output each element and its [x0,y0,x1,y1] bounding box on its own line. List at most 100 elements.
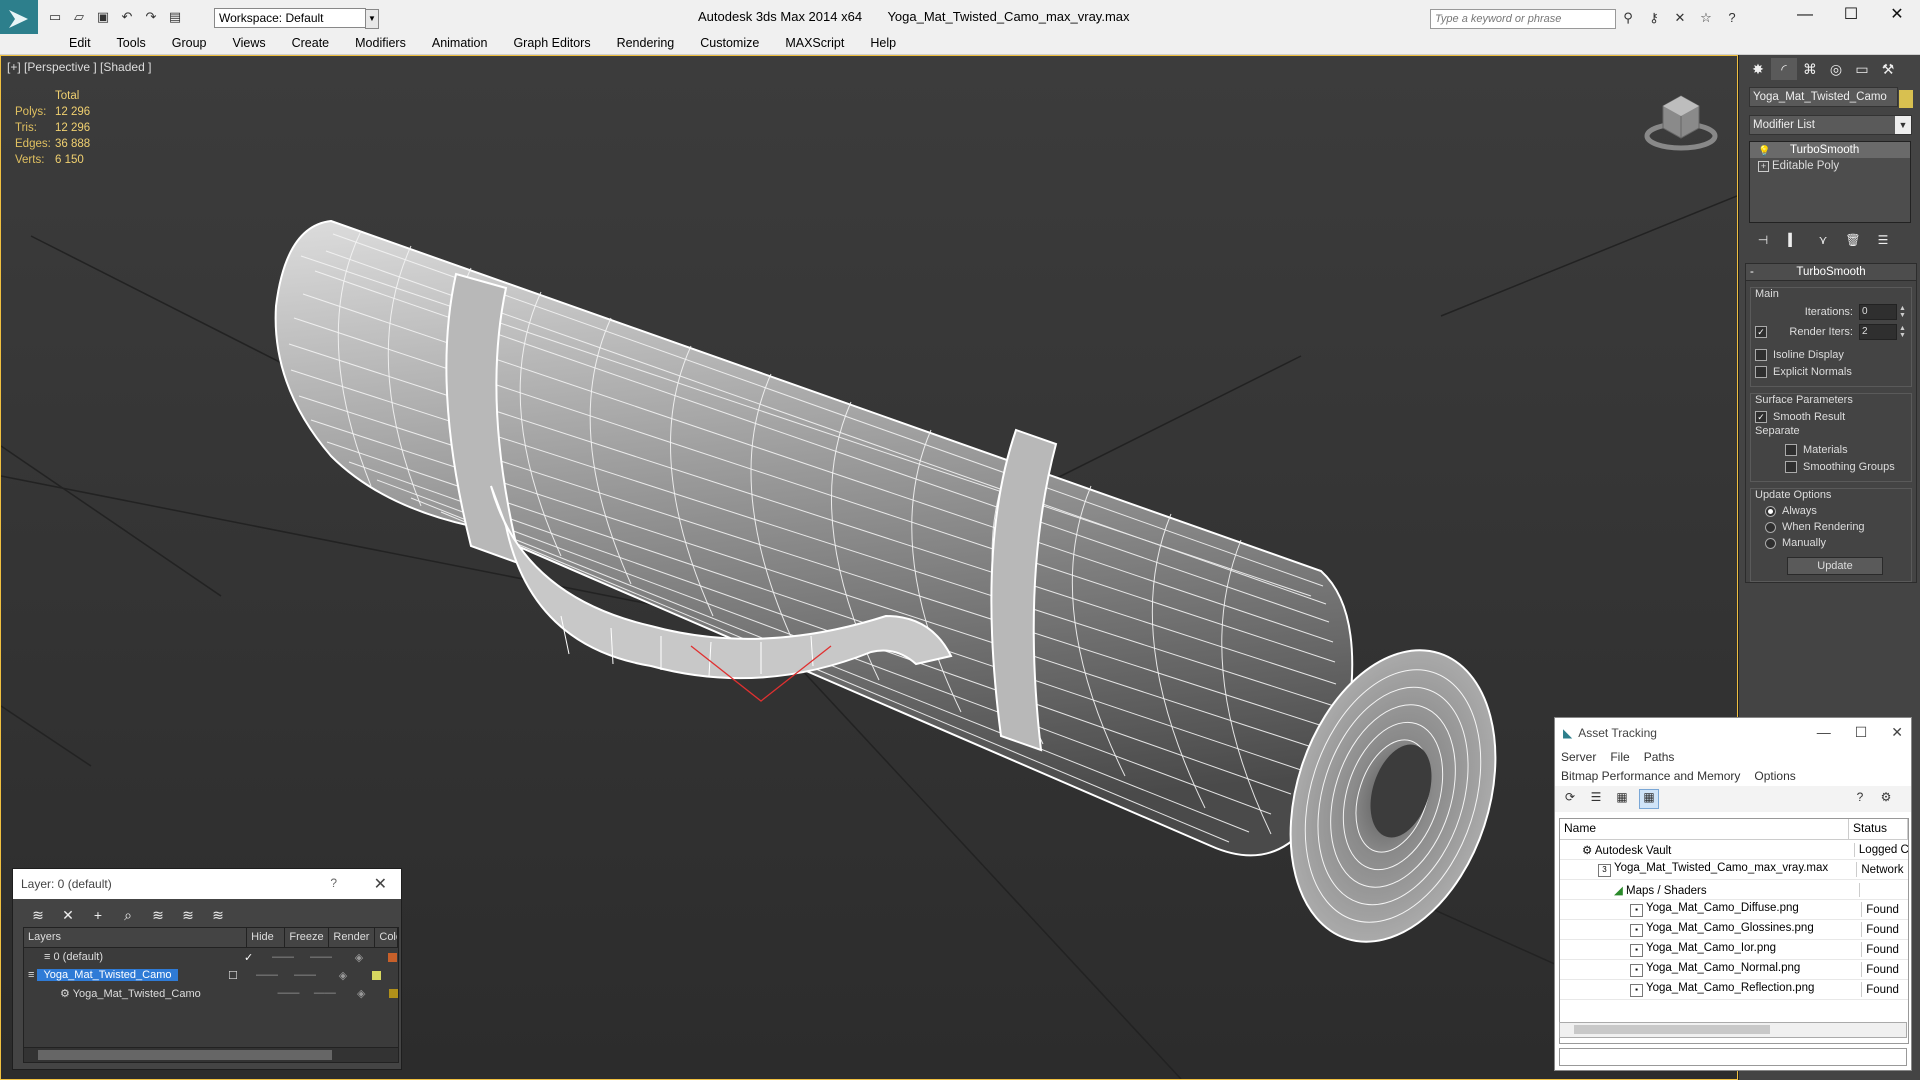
close-icon[interactable]: ✕ [1891,724,1903,741]
update-button[interactable]: Update [1787,557,1883,575]
scrollbar-thumb[interactable] [38,1050,332,1060]
minimize-icon[interactable]: — [1782,0,1828,30]
new-file-icon[interactable]: ▭ [46,9,64,25]
menu-modifiers[interactable]: Modifiers [342,36,419,50]
binoculars-icon[interactable]: ⚲ [1618,10,1638,26]
viewcube-icon[interactable] [1641,86,1721,156]
menu-animation[interactable]: Animation [419,36,501,50]
freeze-toggle[interactable]: —— [286,969,324,981]
list-view-icon[interactable]: ☰ [1587,790,1605,808]
stack-item-editable-poly[interactable]: + Editable Poly [1750,158,1910,174]
render-icon[interactable]: ◈ [324,969,362,982]
layer-color-swatch[interactable] [372,970,381,980]
layer-color-swatch[interactable] [388,952,397,962]
maximize-icon[interactable]: ☐ [1828,0,1874,30]
column-header[interactable]: Status [1849,819,1908,839]
table-row[interactable]: ▪ Yoga_Mat_Camo_Ior.png Found [1560,940,1908,960]
menu-graph-editors[interactable]: Graph Editors [500,36,603,50]
menu-create[interactable]: Create [279,36,343,50]
always-radio[interactable] [1765,505,1776,517]
show-end-result-icon[interactable]: ▍ [1783,233,1803,251]
freeze-all-icon[interactable]: ≋ [209,907,227,929]
pin-stack-icon[interactable]: ⊣ [1753,233,1773,251]
column-header[interactable]: Layers [24,928,248,947]
table-row[interactable]: ▪ Yoga_Mat_Camo_Glossines.png Found [1560,920,1908,940]
iterations-field[interactable]: 0 [1859,304,1897,320]
table-row[interactable]: ⚙ Yoga_Mat_Twisted_Camo —— —— ◈ [24,984,399,1002]
open-file-icon[interactable]: ▱ [70,9,88,25]
maximize-icon[interactable]: ☐ [1855,724,1868,741]
search-input[interactable]: Type a keyword or phrase [1430,9,1616,29]
stack-item-turbosmooth[interactable]: 💡 TurboSmooth [1750,142,1910,158]
save-icon[interactable]: ▣ [94,9,112,25]
delete-icon[interactable]: ✕ [59,907,77,929]
display-tab-icon[interactable]: ▭ [1849,58,1875,80]
menu-maxscript[interactable]: MAXScript [772,36,857,50]
checkmark-icon[interactable]: ✓ [244,951,264,964]
close-icon[interactable]: ✕ [374,874,387,894]
spinner-icon[interactable]: ▲ ▼ [1899,325,1907,339]
workspace-select[interactable]: Workspace: Default ▼ [214,8,379,29]
highlight-selected-icon[interactable]: ≋ [149,907,167,929]
close-icon[interactable]: ✕ [1874,0,1920,30]
explicit-normals-checkbox[interactable] [1755,365,1767,378]
table-row[interactable]: ▪ Yoga_Mat_Camo_Reflection.png Found [1560,980,1908,1000]
horizontal-scrollbar[interactable] [24,1047,398,1062]
menu-bitmap-performance[interactable]: Bitmap Performance and Memory [1561,767,1740,786]
table-row[interactable]: ▪ Yoga_Mat_Camo_Diffuse.png Found [1560,900,1908,920]
menu-options[interactable]: Options [1754,767,1795,786]
chevron-down-icon[interactable]: ▼ [1895,116,1911,134]
scrollbar-thumb[interactable] [1574,1025,1770,1034]
hide-toggle[interactable]: —— [248,969,286,981]
layer-new-icon[interactable]: ≋ [29,907,47,929]
help-icon[interactable]: ? [330,876,337,890]
table-row[interactable]: ≡ Yoga_Mat_Twisted_Camo ☐ —— —— ◈ [24,966,398,984]
configure-sets-icon[interactable]: ☰ [1873,233,1893,251]
horizontal-scrollbar[interactable] [1559,1022,1907,1038]
create-tab-icon[interactable]: ✸ [1745,58,1771,80]
object-name-field[interactable]: Yoga_Mat_Twisted_Camo [1749,87,1898,107]
manually-radio[interactable] [1765,537,1776,549]
menu-help[interactable]: Help [857,36,909,50]
smoothing-groups-checkbox[interactable] [1785,460,1797,473]
chevron-down-icon[interactable]: ▼ [365,9,379,29]
table-view-icon[interactable]: ▦ [1639,789,1659,809]
active-layer-checkbox[interactable]: ☐ [228,969,248,982]
materials-checkbox[interactable] [1785,443,1797,456]
minimize-icon[interactable]: — [1817,724,1831,741]
undo-icon[interactable]: ↶ [118,9,136,25]
column-header[interactable]: Render [329,928,376,947]
layer-window-titlebar[interactable]: Layer: 0 (default) ? ✕ [13,869,401,899]
make-unique-icon[interactable]: ⋎ [1813,233,1833,251]
modify-tab-icon[interactable]: ◜ [1771,58,1797,80]
render-icon[interactable]: ◈ [343,987,379,1000]
spinner-icon[interactable]: ▲ ▼ [1899,305,1907,319]
asset-window-titlebar[interactable]: ◣ Asset Tracking — ☐ ✕ [1555,718,1911,748]
hide-toggle[interactable]: —— [270,987,306,999]
remove-modifier-icon[interactable]: 🗑 [1843,233,1863,251]
star-icon[interactable]: ☆ [1696,10,1716,26]
column-header[interactable]: Hide [247,928,286,947]
utilities-tab-icon[interactable]: ⚒ [1875,58,1901,80]
column-header[interactable]: Freeze [285,928,330,947]
select-highlighted-icon[interactable]: ⌕ [119,907,137,929]
table-row[interactable]: 3 Yoga_Mat_Twisted_Camo_max_vray.max Netwo… [1560,860,1908,880]
help-icon[interactable]: ? [1722,10,1742,26]
column-header[interactable]: Colo [375,928,398,947]
hide-toggle[interactable]: —— [264,951,302,963]
table-row[interactable]: ◢ Maps / Shaders [1560,880,1908,900]
table-row[interactable]: ⚙ Autodesk Vault Logged C [1560,840,1908,860]
freeze-toggle[interactable]: —— [307,987,343,999]
settings-icon[interactable]: ⚙ [1877,790,1895,808]
key-icon[interactable]: ⚷ [1644,10,1664,26]
when-rendering-radio[interactable] [1765,521,1776,533]
render-icon[interactable]: ◈ [340,951,378,964]
add-icon[interactable]: + [89,907,107,929]
table-row[interactable]: ≡ 0 (default) ✓ —— —— ◈ [24,948,398,966]
smooth-result-checkbox[interactable]: ✓ [1755,410,1767,423]
viewport-label[interactable]: [+] [Perspective ] [Shaded ] [7,60,151,74]
help-icon[interactable]: ? [1851,790,1869,808]
project-folder-icon[interactable]: ▤ [166,9,184,25]
menu-tools[interactable]: Tools [104,36,159,50]
expand-icon[interactable]: + [1758,161,1769,172]
